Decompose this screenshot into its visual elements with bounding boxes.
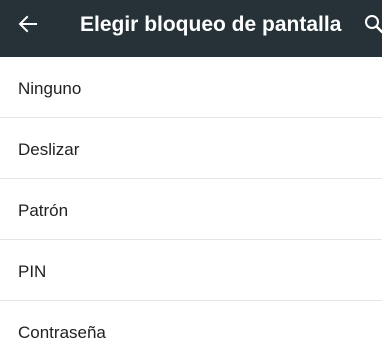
lock-option-swipe[interactable]: Deslizar [0, 118, 382, 179]
lock-option-label: Patrón [18, 201, 69, 220]
lock-option-pin[interactable]: PIN [0, 240, 382, 301]
lock-options-list: Ninguno Deslizar Patrón PIN Contraseña [0, 57, 382, 362]
search-icon [365, 15, 382, 34]
arrow-left-icon [18, 15, 37, 33]
lock-option-label: Contraseña [18, 323, 106, 342]
lock-option-none[interactable]: Ninguno [0, 57, 382, 118]
lock-option-pattern[interactable]: Patrón [0, 179, 382, 240]
search-button[interactable] [364, 14, 382, 36]
back-button[interactable] [16, 12, 40, 36]
app-bar: Elegir bloqueo de pantalla [0, 0, 382, 57]
lock-option-label: Ninguno [18, 79, 82, 98]
lock-option-label: Deslizar [18, 140, 80, 159]
page-title: Elegir bloqueo de pantalla [80, 13, 342, 36]
lock-option-password[interactable]: Contraseña [0, 301, 382, 362]
lock-option-label: PIN [18, 262, 47, 281]
